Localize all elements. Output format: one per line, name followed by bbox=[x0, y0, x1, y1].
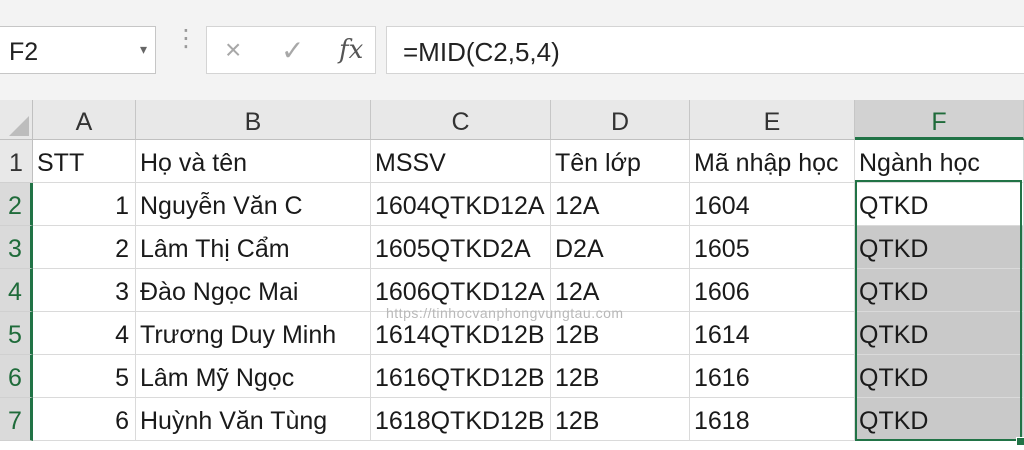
cell-a6[interactable]: 5 bbox=[33, 355, 136, 398]
cell-f2[interactable]: QTKD bbox=[855, 183, 1024, 226]
column-header-d[interactable]: D bbox=[551, 100, 690, 140]
cell-f7[interactable]: QTKD bbox=[855, 398, 1024, 441]
cell-b1[interactable]: Họ và tên bbox=[136, 140, 371, 183]
cell-b6[interactable]: Lâm Mỹ Ngọc bbox=[136, 355, 371, 398]
enter-icon[interactable]: ✓ bbox=[281, 34, 304, 67]
cell-d5[interactable]: 12B bbox=[551, 312, 690, 355]
row-header-3[interactable]: 3 bbox=[0, 226, 33, 269]
row-header-6[interactable]: 6 bbox=[0, 355, 33, 398]
cell-a4[interactable]: 3 bbox=[33, 269, 136, 312]
row-header-5[interactable]: 5 bbox=[0, 312, 33, 355]
cell-d4[interactable]: 12A bbox=[551, 269, 690, 312]
cancel-icon[interactable]: × bbox=[225, 34, 241, 66]
cell-e6[interactable]: 1616 bbox=[690, 355, 855, 398]
formula-input[interactable]: =MID(C2,5,4) bbox=[386, 26, 1024, 74]
name-box-value: F2 bbox=[9, 38, 39, 66]
cell-d6[interactable]: 12B bbox=[551, 355, 690, 398]
cell-e3[interactable]: 1605 bbox=[690, 226, 855, 269]
column-header-b[interactable]: B bbox=[136, 100, 371, 140]
cell-a7[interactable]: 6 bbox=[33, 398, 136, 441]
row-header-1[interactable]: 1 bbox=[0, 140, 33, 183]
cell-f1[interactable]: Ngành học bbox=[855, 140, 1024, 183]
formula-buttons: × ✓ fx bbox=[206, 26, 376, 74]
cell-b3[interactable]: Lâm Thị Cẩm bbox=[136, 226, 371, 269]
cell-c6[interactable]: 1616QTKD12B bbox=[371, 355, 551, 398]
name-box[interactable]: F2 ▾ bbox=[0, 26, 156, 74]
spreadsheet-grid: A B C D E F 1 2 3 4 5 6 7 STT Họ và tên MSSV Tên lớp Mã n… bbox=[0, 100, 1024, 450]
row-header-2[interactable]: 2 bbox=[0, 183, 33, 226]
insert-function-icon[interactable]: fx bbox=[339, 35, 363, 65]
cell-f5[interactable]: QTKD bbox=[855, 312, 1024, 355]
cell-b2[interactable]: Nguyễn Văn C bbox=[136, 183, 371, 226]
cell-a2[interactable]: 1 bbox=[33, 183, 136, 226]
formula-text: =MID(C2,5,4) bbox=[403, 37, 560, 67]
formula-bar: F2 ▾ ⋮ × ✓ fx =MID(C2,5,4) bbox=[0, 0, 1024, 100]
cell-a3[interactable]: 2 bbox=[33, 226, 136, 269]
cell-c2[interactable]: 1604QTKD12A bbox=[371, 183, 551, 226]
cell-c4[interactable]: 1606QTKD12A bbox=[371, 269, 551, 312]
column-header-f[interactable]: F bbox=[855, 100, 1024, 140]
column-header-e[interactable]: E bbox=[690, 100, 855, 140]
column-header-c[interactable]: C bbox=[371, 100, 551, 140]
cell-a5[interactable]: 4 bbox=[33, 312, 136, 355]
column-header-a[interactable]: A bbox=[33, 100, 136, 140]
cell-c3[interactable]: 1605QTKD2A bbox=[371, 226, 551, 269]
cell-e7[interactable]: 1618 bbox=[690, 398, 855, 441]
cell-c7[interactable]: 1618QTKD12B bbox=[371, 398, 551, 441]
chevron-down-icon[interactable]: ▾ bbox=[140, 41, 147, 58]
row-header-7[interactable]: 7 bbox=[0, 398, 33, 441]
fill-handle[interactable] bbox=[1016, 437, 1024, 446]
cell-e2[interactable]: 1604 bbox=[690, 183, 855, 226]
drag-handle-icon[interactable]: ⋮ bbox=[174, 27, 198, 51]
cell-c1[interactable]: MSSV bbox=[371, 140, 551, 183]
cell-b7[interactable]: Huỳnh Văn Tùng bbox=[136, 398, 371, 441]
cell-d1[interactable]: Tên lớp bbox=[551, 140, 690, 183]
cell-e4[interactable]: 1606 bbox=[690, 269, 855, 312]
cell-e5[interactable]: 1614 bbox=[690, 312, 855, 355]
cell-a1[interactable]: STT bbox=[33, 140, 136, 183]
cell-d7[interactable]: 12B bbox=[551, 398, 690, 441]
cell-b4[interactable]: Đào Ngọc Mai bbox=[136, 269, 371, 312]
select-all-corner[interactable] bbox=[0, 100, 33, 140]
cell-f4[interactable]: QTKD bbox=[855, 269, 1024, 312]
cell-f3[interactable]: QTKD bbox=[855, 226, 1024, 269]
cell-e1[interactable]: Mã nhập học bbox=[690, 140, 855, 183]
row-header-4[interactable]: 4 bbox=[0, 269, 33, 312]
cell-f6[interactable]: QTKD bbox=[855, 355, 1024, 398]
cell-d2[interactable]: 12A bbox=[551, 183, 690, 226]
cell-c5[interactable]: 1614QTKD12B bbox=[371, 312, 551, 355]
cell-d3[interactable]: D2A bbox=[551, 226, 690, 269]
cell-b5[interactable]: Trương Duy Minh bbox=[136, 312, 371, 355]
